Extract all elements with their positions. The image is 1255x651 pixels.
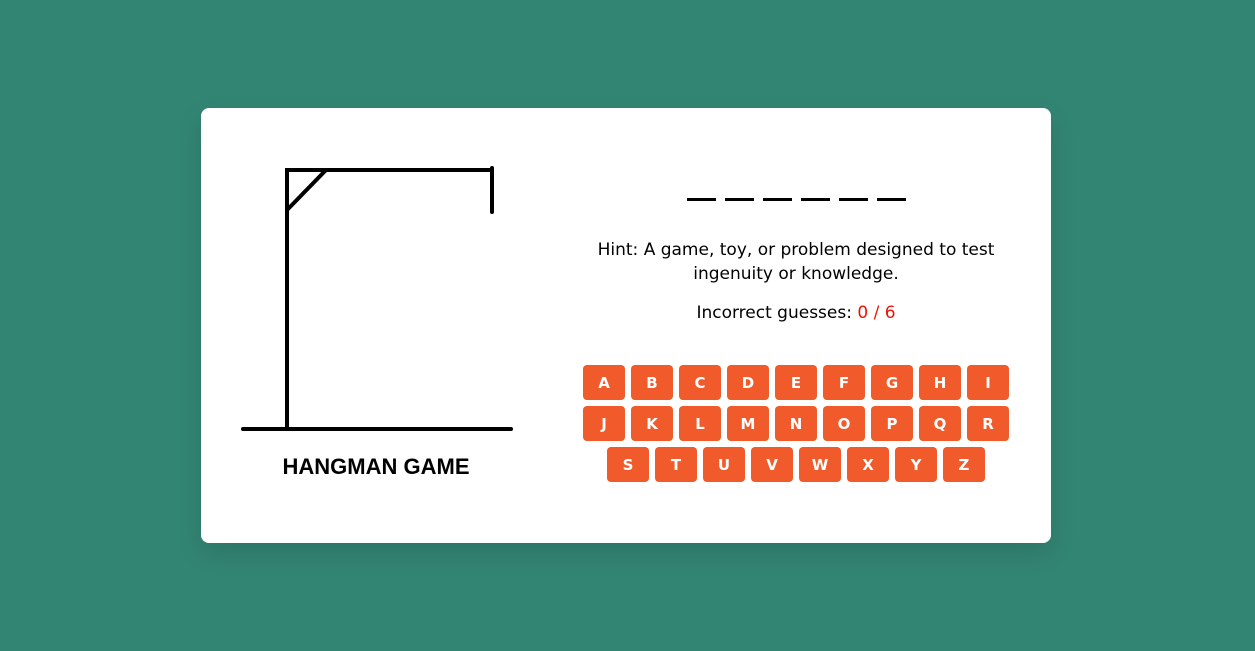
letter-key-y[interactable]: Y bbox=[895, 447, 937, 482]
game-title: HANGMAN GAME bbox=[282, 454, 470, 479]
letter-key-x[interactable]: X bbox=[847, 447, 889, 482]
letter-key-c[interactable]: C bbox=[679, 365, 721, 400]
hint-text: Hint: A game, toy, or problem designed t… bbox=[576, 238, 1016, 286]
letter-key-u[interactable]: U bbox=[703, 447, 745, 482]
letter-blank bbox=[876, 186, 906, 201]
letter-keyboard: ABCDEFGHI JKLMNOPQR STUVWXYZ bbox=[576, 365, 1016, 488]
letter-key-j[interactable]: J bbox=[583, 406, 625, 441]
letter-blank bbox=[724, 186, 754, 201]
keyboard-row: ABCDEFGHI bbox=[576, 365, 1016, 400]
letter-key-w[interactable]: W bbox=[799, 447, 841, 482]
letter-key-k[interactable]: K bbox=[631, 406, 673, 441]
letter-blank bbox=[800, 186, 830, 201]
letter-key-m[interactable]: M bbox=[727, 406, 769, 441]
gallows-brace bbox=[285, 168, 328, 212]
letter-key-d[interactable]: D bbox=[727, 365, 769, 400]
incorrect-guesses: Incorrect guesses: 0 / 6 bbox=[576, 301, 1016, 325]
letter-key-l[interactable]: L bbox=[679, 406, 721, 441]
hint-label: Hint: bbox=[597, 240, 639, 260]
game-card: HANGMAN GAME Hint: A game, toy, or probl… bbox=[201, 108, 1051, 543]
letter-key-n[interactable]: N bbox=[775, 406, 817, 441]
keyboard-row: STUVWXYZ bbox=[576, 447, 1016, 482]
letter-key-z[interactable]: Z bbox=[943, 447, 985, 482]
letter-key-t[interactable]: T bbox=[655, 447, 697, 482]
letter-blank bbox=[762, 186, 792, 201]
letter-key-h[interactable]: H bbox=[919, 365, 961, 400]
letter-key-b[interactable]: B bbox=[631, 365, 673, 400]
keyboard-row: JKLMNOPQR bbox=[576, 406, 1016, 441]
letter-key-o[interactable]: O bbox=[823, 406, 865, 441]
letter-key-v[interactable]: V bbox=[751, 447, 793, 482]
letter-key-i[interactable]: I bbox=[967, 365, 1009, 400]
hint-value: A game, toy, or problem designed to test… bbox=[643, 240, 995, 284]
letter-key-f[interactable]: F bbox=[823, 365, 865, 400]
letter-blank bbox=[686, 186, 716, 201]
guesses-label: Incorrect guesses: bbox=[696, 303, 852, 323]
gallows-drawing bbox=[241, 166, 513, 431]
letter-key-q[interactable]: Q bbox=[919, 406, 961, 441]
letter-key-p[interactable]: P bbox=[871, 406, 913, 441]
letter-key-a[interactable]: A bbox=[583, 365, 625, 400]
letter-blank bbox=[838, 186, 868, 201]
guesses-count: 0 / 6 bbox=[857, 303, 896, 323]
letter-key-s[interactable]: S bbox=[607, 447, 649, 482]
letter-key-e[interactable]: E bbox=[775, 365, 817, 400]
game-panel: Hint: A game, toy, or problem designed t… bbox=[576, 108, 1016, 543]
letter-key-r[interactable]: R bbox=[967, 406, 1009, 441]
letter-key-g[interactable]: G bbox=[871, 365, 913, 400]
word-display bbox=[576, 186, 1016, 201]
